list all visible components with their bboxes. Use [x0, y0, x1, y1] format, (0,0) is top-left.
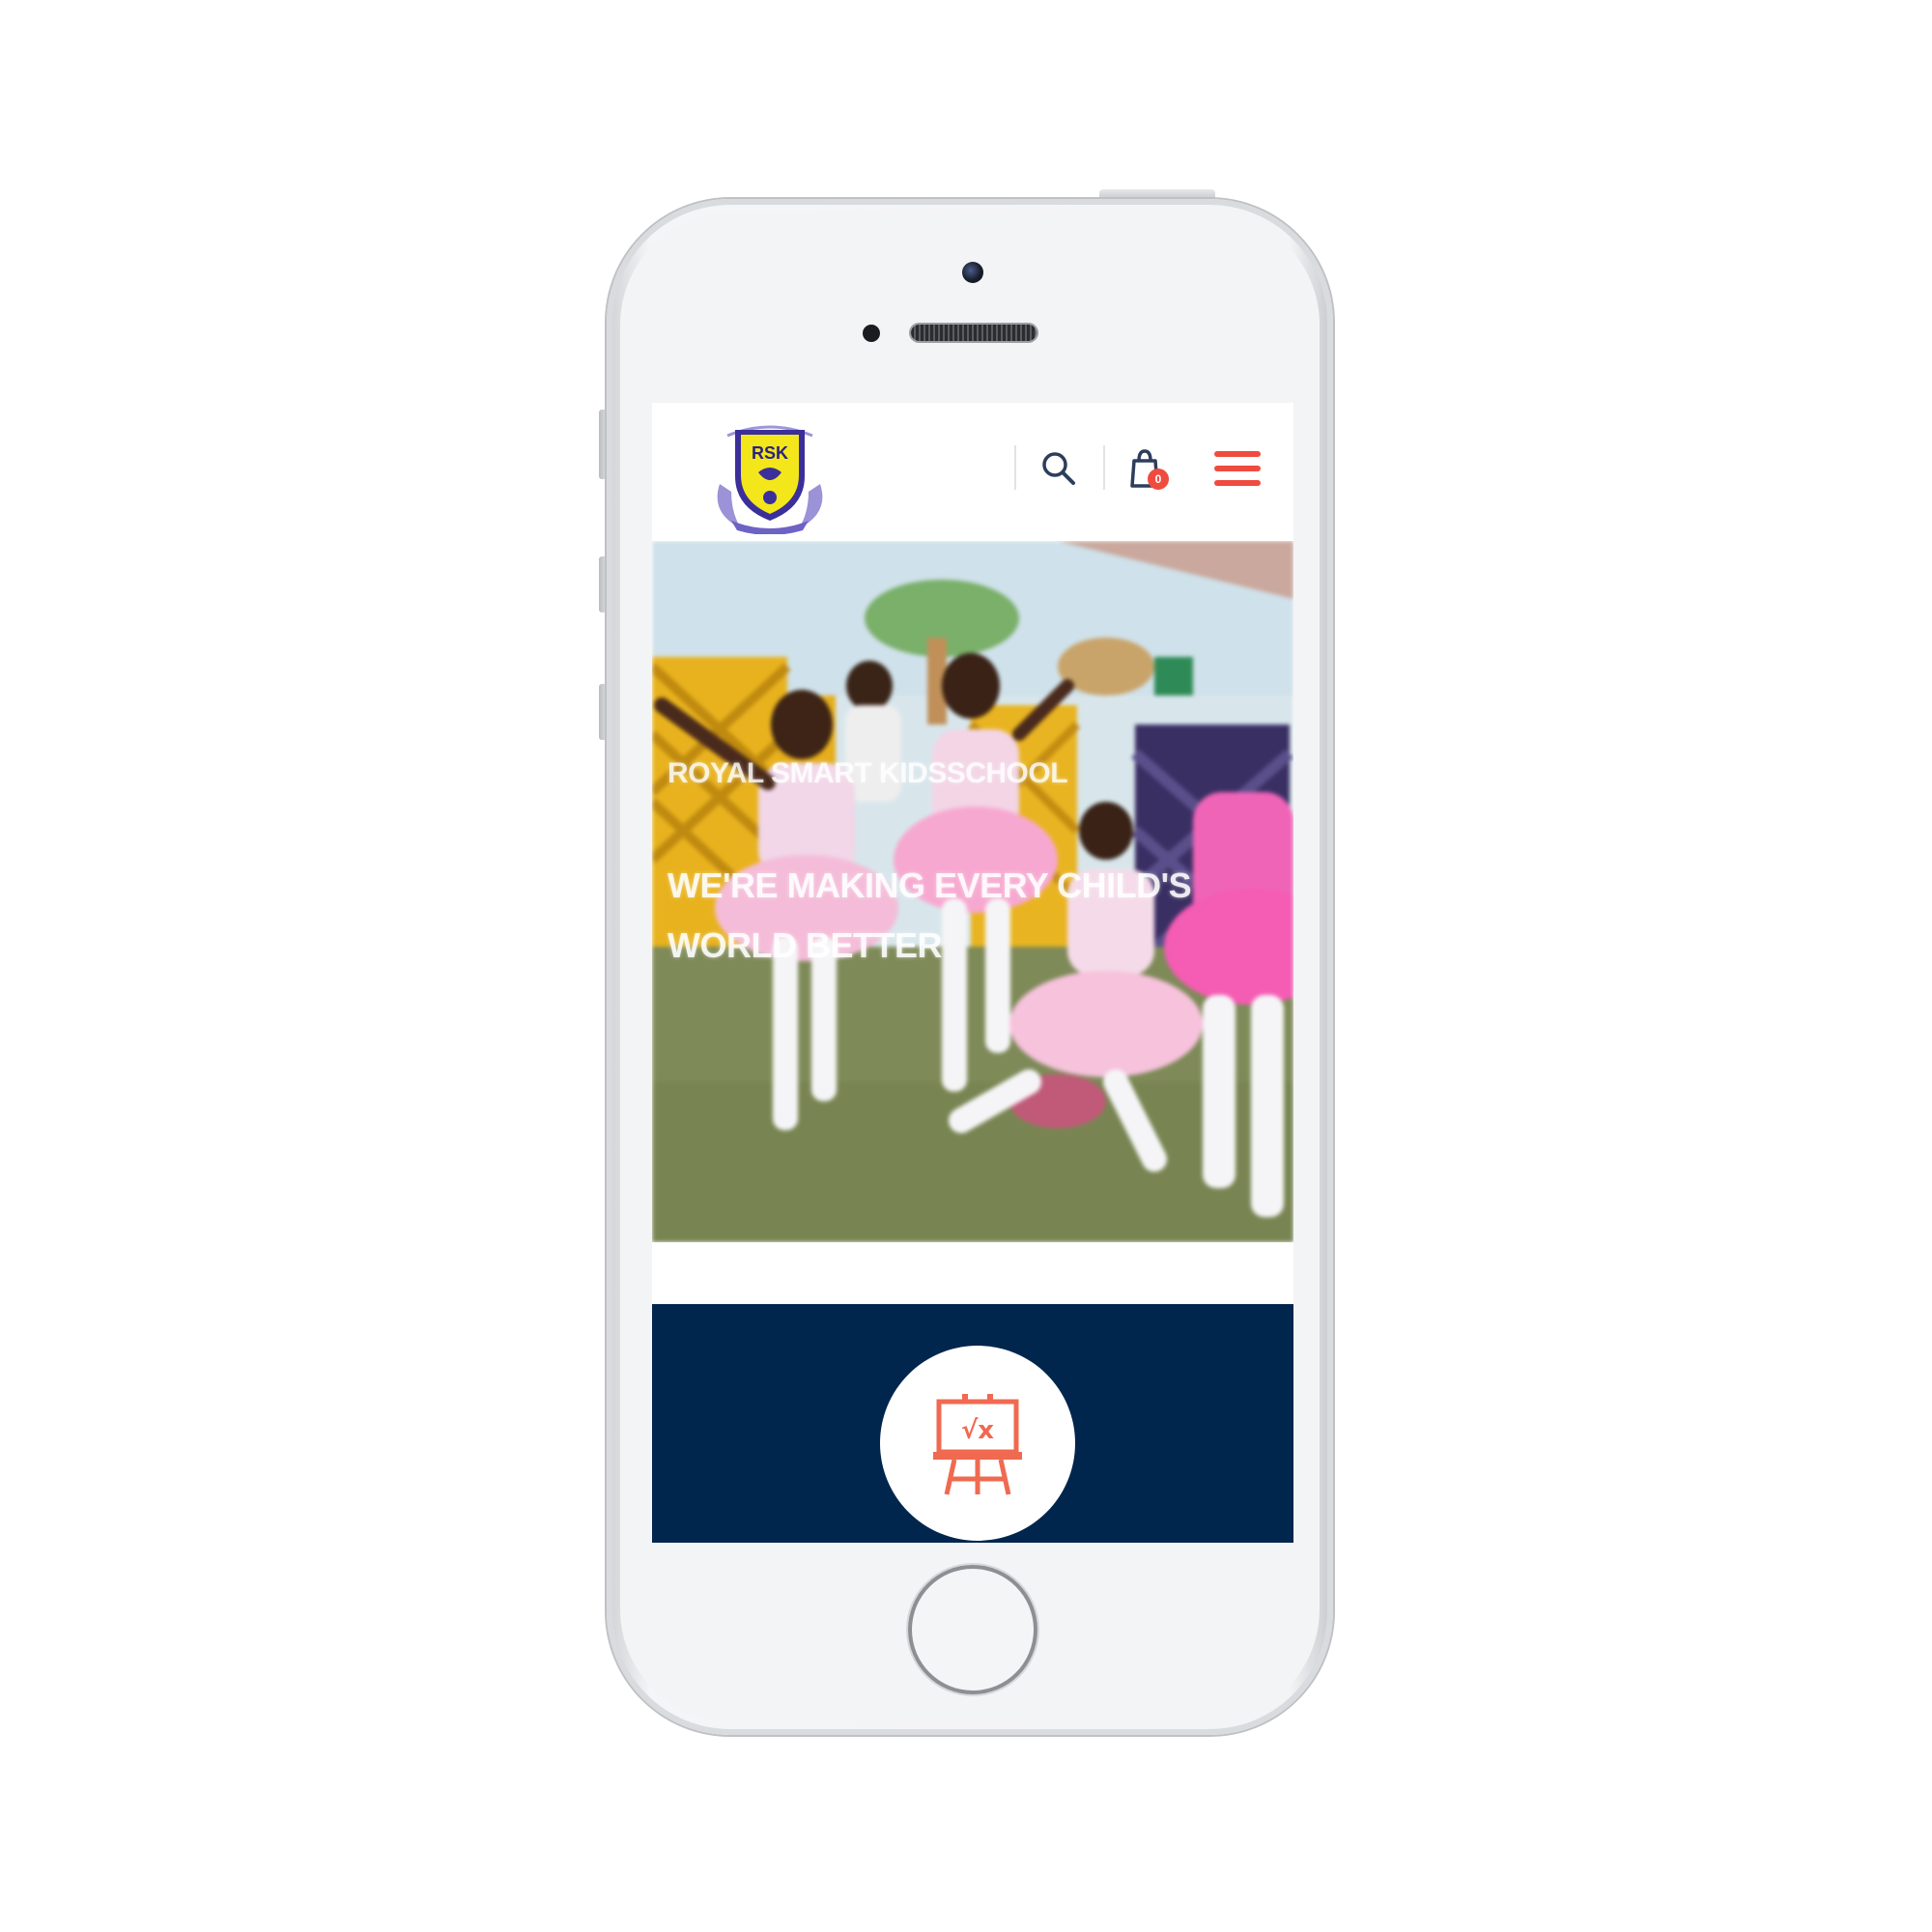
features-section: √x: [652, 1304, 1293, 1543]
feature-icon-circle[interactable]: √x: [880, 1346, 1075, 1541]
hamburger-menu-icon: [1214, 451, 1261, 486]
logo-text: RSK: [752, 443, 788, 463]
school-logo[interactable]: RSK: [702, 416, 838, 535]
hero-kicker: ROYAL SMART KIDSSCHOOL: [668, 757, 1068, 789]
earpiece-speaker: [911, 325, 1037, 341]
phone-screen: RSK 0 ROYAL SMART KIDSSCHOOL WE'RE MAKIN…: [652, 403, 1293, 1543]
cart-button[interactable]: 0: [1119, 441, 1173, 496]
search-icon: [1042, 452, 1075, 485]
hero-title: WE'RE MAKING EVERY CHILD'S WORLD BETTER: [668, 866, 1192, 965]
header-divider: [1103, 445, 1105, 490]
site-header: RSK 0: [652, 403, 1293, 541]
front-camera: [962, 262, 983, 283]
section-spacer: [652, 1242, 1293, 1304]
math-easel-icon: √x: [933, 1394, 1022, 1495]
search-button[interactable]: [1032, 441, 1086, 496]
cart-count-badge: 0: [1148, 469, 1169, 490]
header-divider: [1014, 445, 1016, 490]
proximity-sensor: [863, 325, 880, 342]
math-symbol: √x: [961, 1416, 994, 1445]
menu-button[interactable]: [1210, 441, 1264, 496]
hero-slider[interactable]: ROYAL SMART KIDSSCHOOL WE'RE MAKING EVER…: [652, 541, 1293, 1242]
home-button[interactable]: [908, 1565, 1037, 1694]
crest-icon: RSK: [717, 425, 823, 535]
